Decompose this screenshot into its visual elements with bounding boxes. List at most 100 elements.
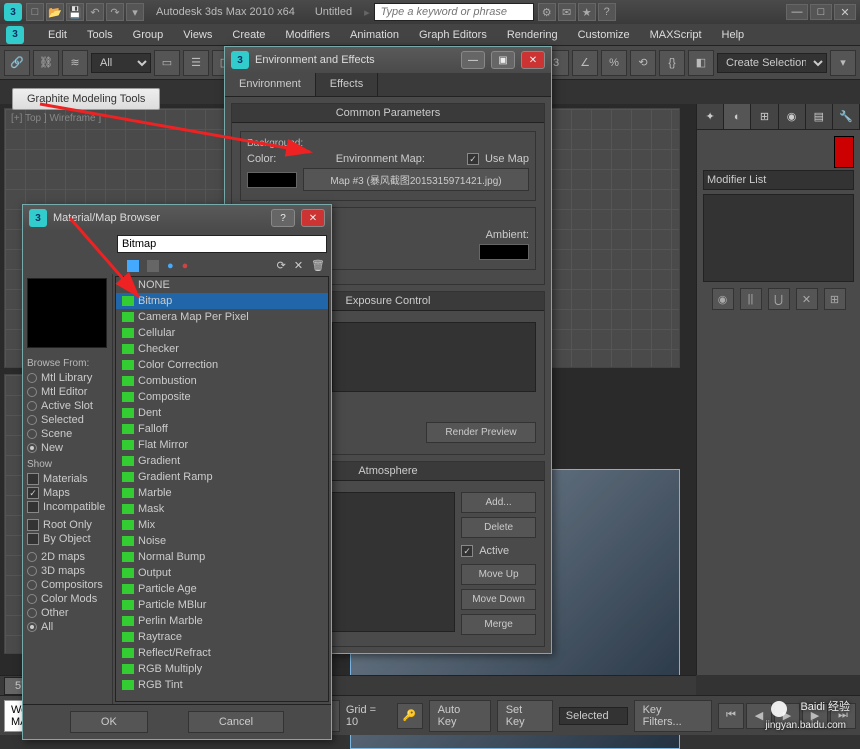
opt-root-only[interactable]: Root Only (27, 518, 108, 532)
atm-movedown-button[interactable]: Move Down (461, 589, 536, 610)
tab-display[interactable]: ▤ (806, 104, 833, 129)
help-icon[interactable]: ? (598, 3, 616, 21)
qat-more-icon[interactable]: ▾ (126, 3, 144, 21)
commcenter-icon[interactable]: ✉ (558, 3, 576, 21)
cat-all[interactable]: All (27, 620, 108, 634)
spinner-snap-icon[interactable]: ⟲ (630, 50, 656, 76)
tab-create[interactable]: ✦ (697, 104, 724, 129)
redo-icon[interactable]: ↷ (106, 3, 124, 21)
app-menu-icon[interactable]: 3 (6, 26, 24, 44)
map-item-marble[interactable]: Marble (116, 485, 328, 501)
map-item-particle-mblur[interactable]: Particle MBlur (116, 597, 328, 613)
percent-snap-icon[interactable]: % (601, 50, 627, 76)
cat-3d-maps[interactable]: 3D maps (27, 564, 108, 578)
browse-active-slot[interactable]: Active Slot (27, 399, 108, 413)
browse-mtl-editor[interactable]: Mtl Editor (27, 385, 108, 399)
clear-icon[interactable]: 🗑 (311, 259, 325, 272)
tab-environment[interactable]: Environment (225, 73, 316, 96)
map-item-combustion[interactable]: Combustion (116, 373, 328, 389)
opt-by-object[interactable]: By Object (27, 532, 108, 546)
mmb-help-button[interactable]: ? (271, 209, 295, 227)
update-icon[interactable]: ⟳ (277, 259, 286, 272)
atm-add-button[interactable]: Add... (461, 492, 536, 513)
menu-maxscript[interactable]: MAXScript (640, 26, 712, 44)
mirror-icon[interactable]: ◧ (688, 50, 714, 76)
mmb-titlebar[interactable]: 3 Material/Map Browser ? ✕ (23, 205, 331, 231)
map-item-camera-map-per-pixel[interactable]: Camera Map Per Pixel (116, 309, 328, 325)
use-map-checkbox[interactable] (467, 153, 479, 165)
minimize-button[interactable]: — (786, 4, 808, 20)
cat-compositors[interactable]: Compositors (27, 578, 108, 592)
mmb-close-button[interactable]: ✕ (301, 209, 325, 227)
atm-delete-button[interactable]: Delete (461, 517, 536, 538)
tab-utilities[interactable]: 🔧 (833, 104, 860, 129)
map-item-gradient-ramp[interactable]: Gradient Ramp (116, 469, 328, 485)
app-icon[interactable]: 3 (4, 3, 22, 21)
render-preview-button[interactable]: Render Preview (426, 422, 536, 443)
ambient-swatch[interactable] (479, 244, 529, 260)
map-item-flat-mirror[interactable]: Flat Mirror (116, 437, 328, 453)
bind-icon[interactable]: ≋ (62, 50, 88, 76)
named-sel-icon[interactable]: {} (659, 50, 685, 76)
rollout-common-header[interactable]: Common Parameters (232, 104, 544, 123)
env-minimize-button[interactable]: — (461, 51, 485, 69)
make-unique-icon[interactable]: ⋃ (768, 288, 790, 310)
menu-help[interactable]: Help (712, 26, 755, 44)
atm-merge-button[interactable]: Merge (461, 614, 536, 635)
map-item-checker[interactable]: Checker (116, 341, 328, 357)
menu-customize[interactable]: Customize (568, 26, 640, 44)
show-end-icon[interactable]: || (740, 288, 762, 310)
selection-set-dropdown[interactable]: Create Selection Se (717, 53, 827, 73)
mmb-map-list[interactable]: NONEBitmapCamera Map Per PixelCellularCh… (115, 276, 329, 702)
map-item-reflect-refract[interactable]: Reflect/Refract (116, 645, 328, 661)
menu-tools[interactable]: Tools (77, 26, 123, 44)
new-icon[interactable]: □ (26, 3, 44, 21)
mmb-cancel-button[interactable]: Cancel (188, 711, 284, 733)
env-map-button[interactable]: Map #3 (暴风截图2015315971421.jpg) (303, 168, 529, 191)
map-item-color-correction[interactable]: Color Correction (116, 357, 328, 373)
map-item-output[interactable]: Output (116, 565, 328, 581)
modifier-list-dropdown[interactable]: Modifier List (703, 170, 854, 190)
menu-views[interactable]: Views (173, 26, 222, 44)
menu-create[interactable]: Create (222, 26, 275, 44)
angle-snap-icon[interactable]: ∠ (572, 50, 598, 76)
tab-motion[interactable]: ◉ (779, 104, 806, 129)
atm-moveup-button[interactable]: Move Up (461, 564, 536, 585)
cat-2d-maps[interactable]: 2D maps (27, 550, 108, 564)
browse-new[interactable]: New (27, 441, 108, 455)
map-item-gradient[interactable]: Gradient (116, 453, 328, 469)
env-titlebar[interactable]: 3 Environment and Effects — ▣ ✕ (225, 47, 551, 73)
tab-modify[interactable]: ◐ (724, 104, 751, 129)
menu-group[interactable]: Group (123, 26, 174, 44)
menu-modifiers[interactable]: Modifiers (275, 26, 340, 44)
env-maximize-button[interactable]: ▣ (491, 51, 515, 69)
browse-scene[interactable]: Scene (27, 427, 108, 441)
auto-key-button[interactable]: Auto Key (429, 700, 491, 732)
maximize-button[interactable]: □ (810, 4, 832, 20)
key-filters-button[interactable]: Key Filters... (634, 700, 712, 732)
tab-hierarchy[interactable]: ⊞ (751, 104, 778, 129)
mmb-ok-button[interactable]: OK (70, 711, 148, 733)
show-incompatible[interactable]: Incompatible (27, 500, 108, 514)
map-item-none[interactable]: NONE (116, 277, 328, 293)
map-item-raytrace[interactable]: Raytrace (116, 629, 328, 645)
view-small-icon[interactable] (147, 260, 159, 272)
help-search-input[interactable] (374, 3, 534, 21)
selection-filter-dropdown[interactable]: All (91, 53, 151, 73)
map-item-rgb-tint[interactable]: RGB Tint (116, 677, 328, 693)
key-mode-icon[interactable]: 🔑 (397, 703, 423, 729)
modifier-stack[interactable] (703, 194, 854, 282)
map-item-mask[interactable]: Mask (116, 501, 328, 517)
map-item-falloff[interactable]: Falloff (116, 421, 328, 437)
map-item-noise[interactable]: Noise (116, 533, 328, 549)
view-list-icon[interactable] (127, 260, 139, 272)
map-item-cellular[interactable]: Cellular (116, 325, 328, 341)
show-maps[interactable]: Maps (27, 486, 108, 500)
map-item-normal-bump[interactable]: Normal Bump (116, 549, 328, 565)
object-color-swatch[interactable] (834, 136, 854, 168)
remove-mod-icon[interactable]: ✕ (796, 288, 818, 310)
toolbar-more-icon[interactable]: ▾ (830, 50, 856, 76)
map-item-dent[interactable]: Dent (116, 405, 328, 421)
unlink-icon[interactable]: ⛓ (33, 50, 59, 76)
key-filter-dropdown[interactable]: Selected (559, 707, 628, 725)
